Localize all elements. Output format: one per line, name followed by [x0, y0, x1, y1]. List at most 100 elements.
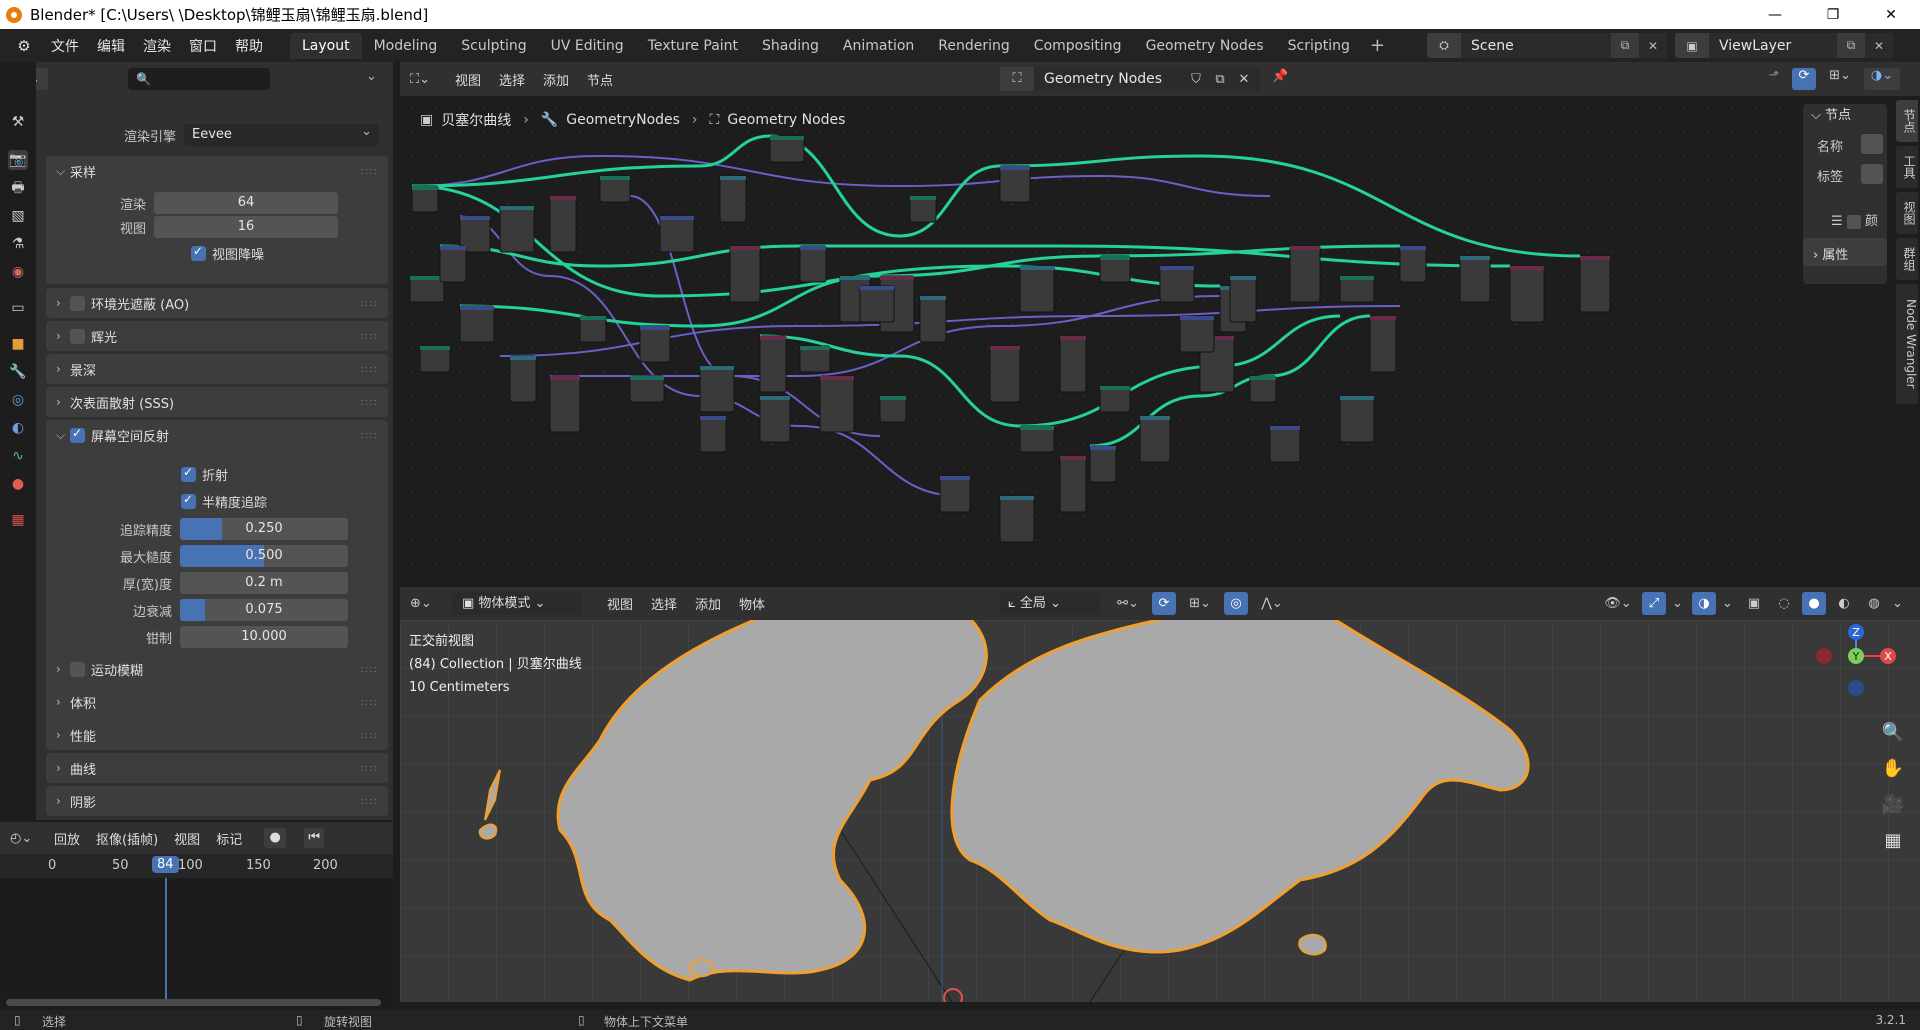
texture-icon[interactable]: ▦: [8, 510, 28, 530]
current-frame-indicator[interactable]: 84: [152, 856, 179, 873]
snap-icon[interactable]: ⟳: [1792, 68, 1816, 90]
tab-texture-paint[interactable]: Texture Paint: [636, 33, 750, 59]
graph-node[interactable]: [1289, 245, 1321, 303]
graph-node[interactable]: [819, 375, 855, 433]
unlink-icon[interactable]: ✕: [1232, 72, 1256, 87]
graph-node[interactable]: [919, 295, 947, 343]
tool-icon[interactable]: ⚒: [8, 112, 28, 132]
graph-node[interactable]: [1509, 265, 1545, 323]
graph-node[interactable]: [699, 365, 735, 413]
graph-node[interactable]: [909, 195, 937, 223]
tab-node-wrangler[interactable]: Node Wrangler: [1896, 284, 1918, 404]
checkbox-icon[interactable]: [70, 295, 85, 311]
checkbox-icon[interactable]: [70, 328, 85, 344]
node-tree-name[interactable]: Geometry Nodes: [1034, 71, 1184, 87]
refraction-checkbox[interactable]: 折射: [181, 465, 228, 484]
shadows-panel[interactable]: › 阴影::::: [46, 786, 388, 816]
physics-icon[interactable]: ◐: [8, 418, 28, 438]
viewport-denoise-checkbox[interactable]: 视图降噪: [191, 244, 264, 263]
zoom-icon[interactable]: 🔍: [1878, 722, 1908, 752]
snap-target-icon[interactable]: ⊞⌄: [1182, 592, 1218, 615]
node-add-menu[interactable]: 添加: [534, 70, 578, 89]
menu-help[interactable]: 帮助: [226, 36, 272, 56]
render-engine-dropdown[interactable]: Eevee: [184, 121, 378, 146]
node-panel-header[interactable]: ⌵ 节点: [1811, 104, 1851, 123]
edge-fade-slider[interactable]: 0.075: [180, 599, 348, 621]
proportional-edit-icon[interactable]: ◎: [1224, 592, 1248, 615]
frame-ruler[interactable]: 0 50 100 150 200 84: [0, 854, 393, 878]
output-icon[interactable]: 🖶: [8, 178, 28, 198]
node-graph[interactable]: [400, 96, 1797, 582]
constraints-icon[interactable]: ∿: [8, 446, 28, 466]
view-layer-selector[interactable]: ▣ ViewLayer ⧉ ✕: [1675, 33, 1893, 58]
view-layer-name[interactable]: ViewLayer: [1709, 38, 1837, 54]
tab-group[interactable]: 群组: [1896, 238, 1918, 280]
editor-type-icon[interactable]: ⛶⌄: [410, 72, 446, 87]
graph-node[interactable]: [719, 175, 747, 223]
graph-node[interactable]: [759, 395, 791, 443]
snap-target-icon[interactable]: ⊞⌄: [1822, 68, 1858, 90]
graph-node[interactable]: [499, 205, 535, 253]
playhead-line[interactable]: [165, 878, 167, 1002]
parent-node-icon[interactable]: ⬏: [1762, 68, 1786, 90]
rendered-shading-icon[interactable]: ◍: [1862, 592, 1886, 615]
playback-menu[interactable]: 回放: [46, 829, 88, 848]
graph-node[interactable]: [1579, 255, 1611, 313]
graph-node[interactable]: [579, 315, 607, 343]
graph-node[interactable]: [629, 375, 665, 403]
sss-panel[interactable]: › 次表面散射 (SSS)::::: [46, 387, 388, 417]
graph-node[interactable]: [729, 245, 761, 303]
graph-node[interactable]: [1159, 265, 1195, 303]
pan-hand-icon[interactable]: ✋: [1878, 758, 1908, 788]
jump-start-icon[interactable]: ⏮: [304, 828, 325, 848]
scene-icon[interactable]: ⚗: [8, 234, 28, 254]
node-name-field[interactable]: [1861, 134, 1883, 154]
curves-panel[interactable]: › 曲线::::: [46, 753, 388, 783]
graph-node[interactable]: [1459, 255, 1491, 303]
add-workspace-button[interactable]: +: [1362, 35, 1393, 56]
graph-node[interactable]: [799, 345, 831, 373]
ssr-enable-checkbox[interactable]: [70, 426, 85, 443]
ssr-panel-header[interactable]: ⌵ 屏幕空间反射 ::::: [46, 420, 388, 450]
node-node-menu[interactable]: 节点: [578, 70, 622, 89]
node-color-toggle[interactable]: ☰ 颜: [1831, 210, 1878, 229]
snap-icon[interactable]: ⟳: [1152, 592, 1176, 615]
menu-edit[interactable]: 编辑: [88, 36, 134, 56]
graph-node[interactable]: [549, 195, 577, 253]
material-icon[interactable]: ●: [8, 474, 28, 494]
viewport-add-menu[interactable]: 添加: [686, 594, 730, 613]
material-shading-icon[interactable]: ◐: [1832, 592, 1856, 615]
drag-handle-icon[interactable]: ::::: [361, 166, 378, 177]
viewport-scene[interactable]: [400, 620, 1920, 1002]
checkbox-icon[interactable]: [181, 492, 196, 509]
visibility-icon[interactable]: 👁⌄: [1600, 592, 1636, 615]
sampling-panel-header[interactable]: ⌵ 采样 ::::: [46, 156, 388, 186]
graph-node[interactable]: [1179, 315, 1215, 353]
tab-layout[interactable]: Layout: [290, 32, 362, 59]
node-label-field[interactable]: [1861, 164, 1883, 184]
tab-rendering[interactable]: Rendering: [926, 33, 1022, 59]
viewport-view-menu[interactable]: 视图: [598, 594, 642, 613]
collection-icon[interactable]: ▭: [8, 298, 28, 318]
menu-file[interactable]: 文件: [42, 36, 88, 56]
viewport-select-menu[interactable]: 选择: [642, 594, 686, 613]
graph-node[interactable]: [1339, 275, 1375, 303]
tab-geometry-nodes[interactable]: Geometry Nodes: [1134, 33, 1276, 59]
graph-node[interactable]: [859, 285, 895, 323]
tab-animation[interactable]: Animation: [831, 33, 926, 59]
tab-sculpting[interactable]: Sculpting: [449, 33, 538, 59]
delete-scene-button[interactable]: ✕: [1639, 33, 1667, 58]
gizmo-icon[interactable]: ⤢: [1642, 592, 1666, 615]
maximize-button[interactable]: ❐: [1804, 0, 1862, 29]
graph-node[interactable]: [1369, 315, 1397, 373]
tab-tool[interactable]: 工具: [1896, 146, 1918, 188]
graph-node[interactable]: [459, 305, 495, 343]
graph-node[interactable]: [1019, 265, 1055, 313]
graph-node[interactable]: [1249, 375, 1277, 403]
modifier-icon[interactable]: 🔧: [8, 362, 28, 382]
properties-panel-header[interactable]: › 属性: [1813, 244, 1848, 263]
graph-node[interactable]: [1099, 255, 1131, 283]
view-menu[interactable]: 视图: [166, 829, 208, 848]
graph-node[interactable]: [939, 475, 971, 513]
node-select-menu[interactable]: 选择: [490, 70, 534, 89]
